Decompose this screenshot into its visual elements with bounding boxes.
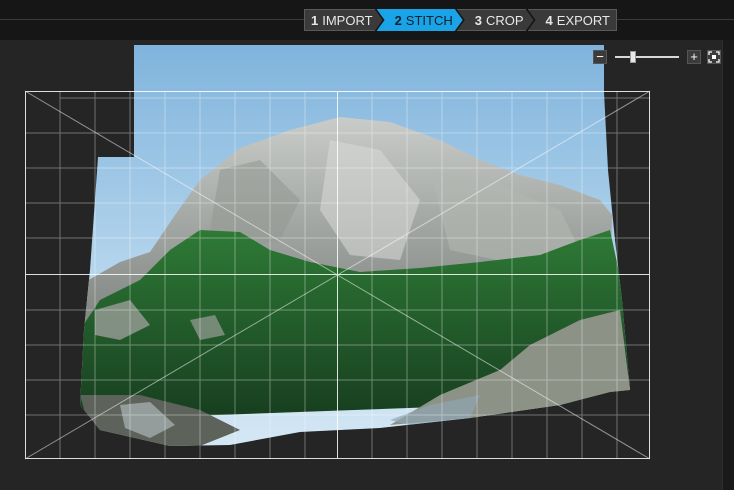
step-export[interactable]: 4 EXPORT (527, 9, 617, 31)
plus-icon: + (690, 49, 698, 64)
fit-screen-button[interactable] (707, 50, 721, 64)
zoom-out-button[interactable]: − (593, 50, 607, 64)
zoom-controls: − + (593, 49, 721, 65)
stitch-canvas[interactable]: − + (0, 40, 722, 490)
top-bar: 1 IMPORT 2 STITCH 3 CROP 4 EXPORT (0, 0, 734, 40)
step-number: 3 (474, 13, 482, 28)
minus-icon: − (596, 49, 604, 64)
step-label: EXPORT (556, 13, 610, 28)
fit-screen-icon (708, 51, 720, 63)
frame-guides (24, 90, 651, 460)
vertical-scrollbar[interactable] (722, 40, 734, 490)
zoom-in-button[interactable]: + (687, 50, 701, 64)
step-crop[interactable]: 3 CROP (457, 9, 534, 31)
step-stitch[interactable]: 2 STITCH (377, 9, 463, 31)
divider-left (0, 19, 304, 20)
panorama-preview[interactable] (0, 40, 722, 490)
workflow-steps: 1 IMPORT 2 STITCH 3 CROP 4 EXPORT (304, 9, 617, 31)
step-label: CROP (485, 13, 524, 28)
zoom-slider[interactable] (615, 50, 679, 64)
step-number: 2 (394, 13, 402, 28)
step-import[interactable]: 1 IMPORT (304, 9, 383, 31)
step-label: IMPORT (322, 13, 373, 28)
step-number: 4 (545, 13, 553, 28)
step-label: STITCH (405, 13, 453, 28)
panorama-image (80, 45, 630, 446)
zoom-slider-track (615, 56, 679, 58)
zoom-slider-thumb[interactable] (629, 51, 636, 63)
step-number: 1 (311, 13, 319, 28)
